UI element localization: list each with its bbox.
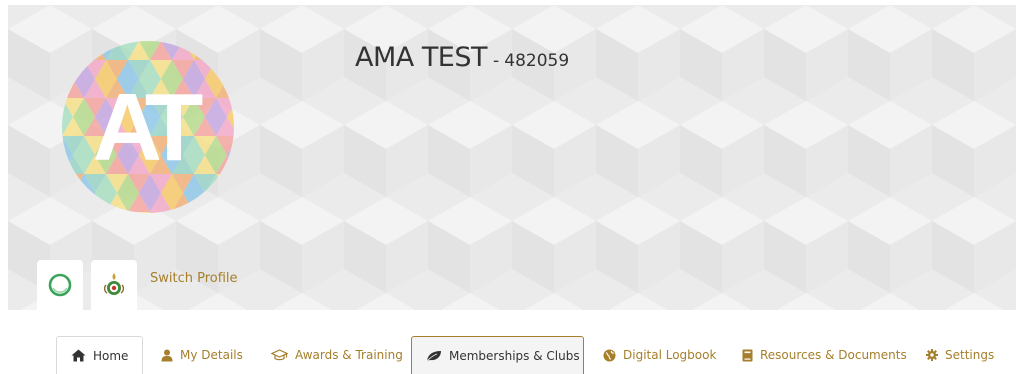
main-nav: Home My Details Awards & Training Member… [0, 336, 1016, 374]
nav-tab-resources-documents[interactable]: Resources & Documents [742, 336, 907, 374]
profile-id-separator: - [493, 51, 500, 71]
wings-badge-icon [103, 273, 125, 295]
nav-tab-settings[interactable]: Settings [926, 336, 994, 374]
gear-icon [926, 349, 938, 361]
nav-tab-settings-label: Settings [945, 348, 995, 362]
nav-tab-awards-training[interactable]: Awards & Training [271, 336, 403, 374]
nav-tab-memberships-clubs[interactable]: Memberships & Clubs [411, 336, 584, 374]
nav-tab-my-details-label: My Details [180, 348, 243, 362]
book-icon [742, 349, 753, 361]
nav-tab-my-details[interactable]: My Details [161, 336, 243, 374]
nav-tab-digital-logbook[interactable]: Digital Logbook [603, 336, 716, 374]
profile-name: AMA TEST [355, 42, 488, 73]
nav-tab-memberships-clubs-label: Memberships & Clubs [449, 348, 580, 363]
avatar: AT [62, 41, 234, 213]
page-title: AMA TEST - 482059 [355, 42, 569, 73]
nav-tab-home-label: Home [93, 348, 129, 363]
profile-member-id: 482059 [504, 51, 570, 71]
user-icon [161, 349, 173, 361]
org-tab-badge[interactable] [91, 260, 137, 310]
graduation-cap-icon [271, 349, 288, 361]
avatar-initials: AT [92, 74, 204, 181]
leaf-icon [426, 350, 441, 361]
switch-profile-link[interactable]: Switch Profile [150, 271, 238, 286]
nav-tab-home[interactable]: Home [56, 336, 143, 374]
home-icon [71, 349, 86, 362]
globe-icon [603, 349, 616, 361]
nav-tab-digital-logbook-label: Digital Logbook [623, 348, 717, 362]
org-tab-ring[interactable] [37, 260, 83, 310]
nav-tab-awards-training-label: Awards & Training [295, 348, 403, 362]
nav-tab-resources-documents-label: Resources & Documents [760, 348, 907, 362]
ring-icon [48, 273, 72, 297]
